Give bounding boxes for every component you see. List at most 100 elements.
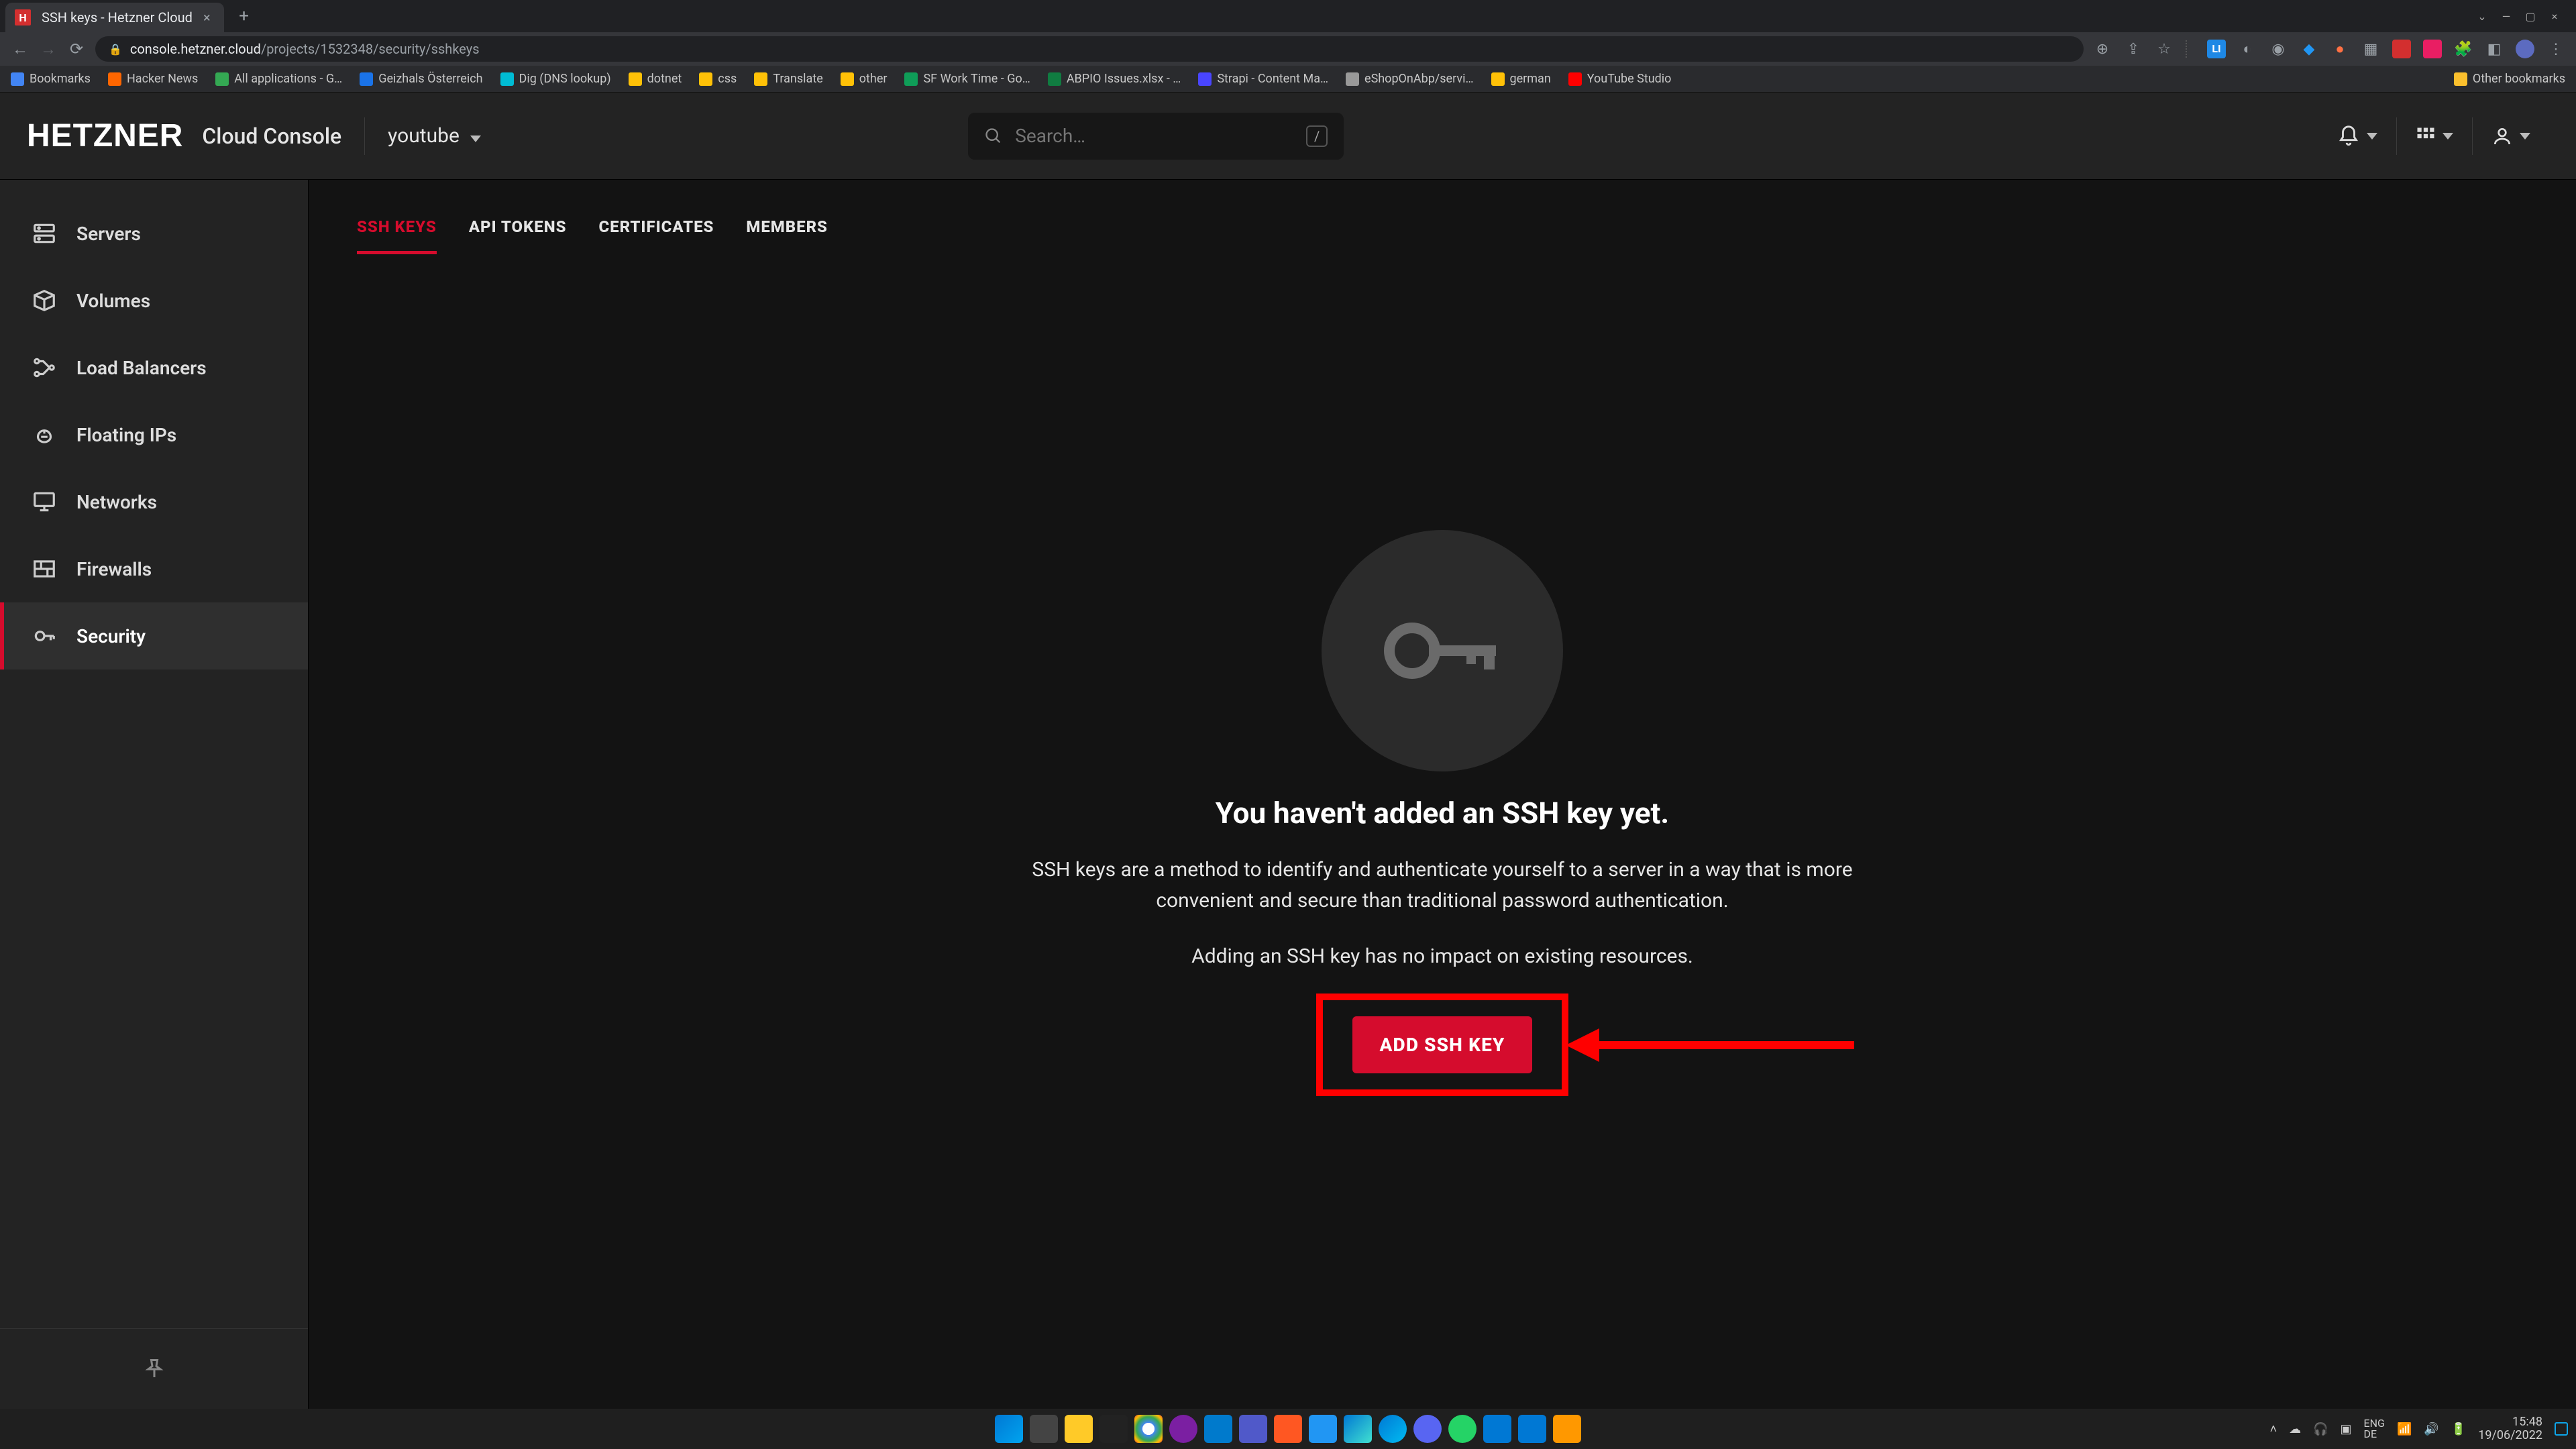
tray-wifi-icon[interactable]: 📶 bbox=[2397, 1422, 2412, 1436]
sidebar-item-networks[interactable]: Networks bbox=[0, 468, 308, 535]
other-bookmarks[interactable]: Other bookmarks bbox=[2454, 72, 2565, 86]
discord-icon[interactable] bbox=[1413, 1415, 1442, 1443]
share-icon[interactable]: ⇪ bbox=[2124, 41, 2143, 58]
sidebar: Servers VolumesLoad BalancersFloating IPs… bbox=[0, 180, 309, 1409]
tray-chevron-icon[interactable]: ˄ bbox=[2270, 1422, 2277, 1436]
nav-back-icon[interactable]: ← bbox=[11, 40, 30, 59]
star-icon[interactable]: ☆ bbox=[2155, 41, 2174, 58]
sidebar-item-servers[interactable]: Servers bbox=[0, 200, 308, 267]
bookmark-item[interactable]: Translate bbox=[754, 72, 822, 86]
bookmark-icon bbox=[11, 72, 24, 86]
sidebar-item-load-balancers[interactable]: Load Balancers bbox=[0, 334, 308, 401]
paint-icon[interactable] bbox=[1344, 1415, 1372, 1443]
bookmark-item[interactable]: Dig (DNS lookup) bbox=[500, 72, 611, 86]
ext-circle-2-icon[interactable]: ◉ bbox=[2269, 41, 2288, 58]
bookmark-item[interactable]: YouTube Studio bbox=[1568, 72, 1672, 86]
bookmark-item[interactable]: SF Work Time - Go… bbox=[904, 72, 1030, 86]
task-view-icon[interactable] bbox=[1030, 1415, 1058, 1443]
ext-red-icon[interactable] bbox=[2392, 40, 2411, 58]
bookmark-item[interactable]: Bookmarks bbox=[11, 72, 91, 86]
sidebar-pin-button[interactable] bbox=[0, 1328, 308, 1409]
ext-pink-icon[interactable] bbox=[2423, 40, 2442, 58]
tray-language[interactable]: ENG DE bbox=[2364, 1418, 2385, 1440]
bookmark-icon bbox=[1048, 72, 1061, 86]
tab-close-icon[interactable]: × bbox=[203, 9, 211, 25]
url-text: console.hetzner.cloud/projects/1532348/s… bbox=[130, 41, 480, 57]
project-selector[interactable]: youtube bbox=[388, 124, 481, 148]
tray-headset-icon[interactable]: 🎧 bbox=[2313, 1422, 2328, 1436]
bookmark-item[interactable]: css bbox=[699, 72, 737, 86]
tray-volume-icon[interactable]: 🔊 bbox=[2424, 1422, 2438, 1436]
new-tab-button[interactable]: + bbox=[232, 6, 256, 26]
sidebar-item-floating-ips[interactable]: Floating IPs bbox=[0, 401, 308, 468]
file-explorer-icon[interactable] bbox=[1065, 1415, 1093, 1443]
bookmark-item[interactable]: other bbox=[841, 72, 888, 86]
chrome-icon[interactable] bbox=[1134, 1415, 1163, 1443]
app-header: HETZNER Cloud Console youtube / bbox=[0, 93, 2576, 180]
nav-reload-icon[interactable]: ⟳ bbox=[67, 40, 86, 58]
bookmark-item[interactable]: dotnet bbox=[629, 72, 682, 86]
bookmark-item[interactable]: eShopOnAbp/servi… bbox=[1346, 72, 1473, 86]
add-ssh-key-button[interactable]: ADD SSH KEY bbox=[1352, 1016, 1532, 1073]
window-close-icon[interactable]: × bbox=[2544, 5, 2565, 27]
bookmark-item[interactable]: Strapi - Content Ma… bbox=[1198, 72, 1328, 86]
notifications-button[interactable] bbox=[2318, 116, 2396, 156]
search-input[interactable] bbox=[1015, 125, 1294, 147]
hetzner-logo[interactable]: HETZNER bbox=[27, 117, 183, 154]
ext-misc-icon[interactable]: ▦ bbox=[2361, 41, 2380, 58]
window-minimize-icon[interactable]: ― bbox=[2496, 5, 2517, 27]
kebab-menu-icon[interactable]: ⋮ bbox=[2546, 41, 2565, 58]
url-input[interactable]: 🔒 console.hetzner.cloud/projects/1532348… bbox=[95, 36, 2084, 62]
tray-cloud-icon[interactable]: ☁ bbox=[2289, 1422, 2301, 1436]
sidebar-item-security[interactable]: Security bbox=[0, 602, 308, 669]
app-blue-icon[interactable] bbox=[1309, 1415, 1337, 1443]
ext-circle-1-icon[interactable]: ◐ bbox=[2238, 40, 2257, 58]
sidebar-item-volumes[interactable]: Volumes bbox=[0, 267, 308, 334]
tray-notification-icon[interactable] bbox=[2555, 1422, 2568, 1436]
addr-right-icons: ⊕ ⇪ ☆ LI ◐ ◉ ◆ ● ▦ 🧩 ◧ ⋮ bbox=[2093, 40, 2565, 58]
browser-tab[interactable]: H SSH keys - Hetzner Cloud × bbox=[5, 3, 224, 32]
chevron-down-icon[interactable]: ⌄ bbox=[2471, 5, 2493, 27]
account-button[interactable] bbox=[2473, 116, 2549, 156]
global-search[interactable]: / bbox=[968, 113, 1344, 160]
bookmark-item[interactable]: All applications - G… bbox=[215, 72, 342, 86]
zoom-icon[interactable]: ⊕ bbox=[2093, 41, 2112, 58]
extensions-icon[interactable]: 🧩 bbox=[2454, 41, 2473, 58]
empty-state-description-1: SSH keys are a method to identify and au… bbox=[986, 855, 1898, 917]
vscode-icon[interactable] bbox=[1204, 1415, 1232, 1443]
bookmark-item[interactable]: Geizhals Österreich bbox=[360, 72, 482, 86]
apps-button[interactable] bbox=[2397, 116, 2472, 156]
cloud-console-label: Cloud Console bbox=[202, 123, 341, 149]
app-orange-icon[interactable] bbox=[1274, 1415, 1302, 1443]
terminal-icon[interactable] bbox=[1099, 1415, 1128, 1443]
teams-icon[interactable] bbox=[1239, 1415, 1267, 1443]
windows-start-icon[interactable] bbox=[995, 1415, 1023, 1443]
bookmark-item[interactable]: german bbox=[1491, 72, 1551, 86]
app-purple-icon[interactable] bbox=[1169, 1415, 1197, 1443]
ext-linkedin-icon[interactable]: LI bbox=[2207, 40, 2226, 58]
bookmark-item[interactable]: ABPIO Issues.xlsx - … bbox=[1048, 72, 1181, 86]
bookmark-label: Strapi - Content Ma… bbox=[1217, 72, 1328, 86]
app-amber-icon[interactable] bbox=[1553, 1415, 1581, 1443]
whatsapp-icon[interactable] bbox=[1448, 1415, 1477, 1443]
sidebar-item-label: Firewalls bbox=[76, 558, 152, 580]
ext-orange-icon[interactable]: ● bbox=[2330, 40, 2349, 58]
edge-icon[interactable] bbox=[1379, 1415, 1407, 1443]
main-content: SSH KEYSAPI TOKENSCERTIFICATESMEMBERS Yo… bbox=[309, 180, 2576, 1409]
tray-gpu-icon[interactable]: ▣ bbox=[2341, 1422, 2352, 1436]
app-msft-icon[interactable] bbox=[1518, 1415, 1546, 1443]
nav-forward-icon[interactable]: → bbox=[39, 40, 58, 59]
sidebar-item-firewalls[interactable]: Firewalls bbox=[0, 535, 308, 602]
profile-avatar-icon[interactable] bbox=[2516, 40, 2534, 58]
outlook-icon[interactable] bbox=[1483, 1415, 1511, 1443]
bookmark-item[interactable]: Hacker News bbox=[108, 72, 198, 86]
sidebar-item-label: Servers bbox=[76, 223, 141, 245]
app-layout: Servers VolumesLoad BalancersFloating IPs… bbox=[0, 180, 2576, 1409]
tray-battery-icon[interactable]: 🔋 bbox=[2451, 1422, 2466, 1436]
hetzner-favicon-icon: H bbox=[15, 9, 31, 25]
ext-shield-icon[interactable]: ◆ bbox=[2300, 41, 2318, 58]
taskbar-apps bbox=[995, 1415, 1581, 1443]
window-maximize-icon[interactable]: ▢ bbox=[2520, 5, 2541, 27]
tray-clock[interactable]: 15:48 19/06/2022 bbox=[2478, 1415, 2542, 1442]
sidepanel-icon[interactable]: ◧ bbox=[2485, 41, 2504, 58]
